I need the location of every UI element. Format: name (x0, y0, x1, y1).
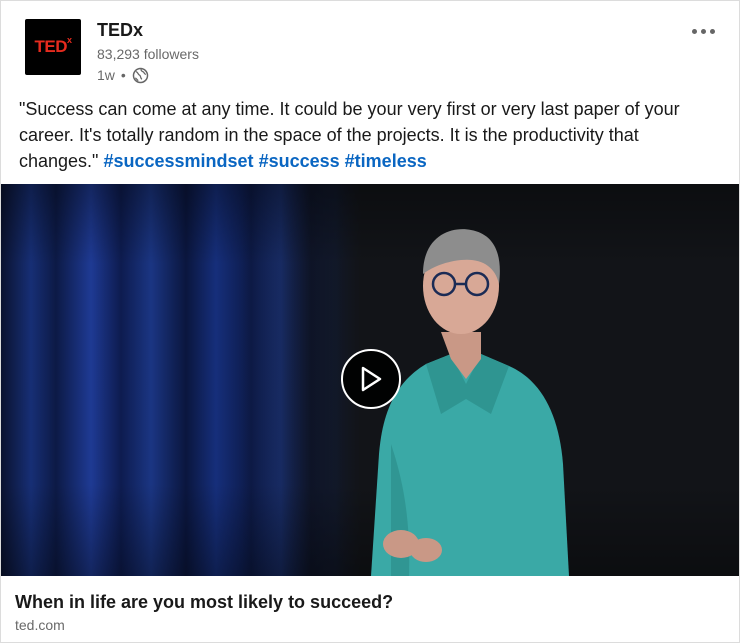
hashtag-link[interactable]: #timeless (345, 151, 427, 171)
article-title[interactable]: When in life are you most likely to succ… (15, 591, 393, 613)
play-icon (361, 366, 382, 392)
post-time: 1w (97, 67, 115, 83)
author-name[interactable]: TEDx (97, 19, 199, 41)
more-dot (700, 28, 706, 34)
play-button[interactable] (341, 349, 401, 409)
hashtag-link[interactable]: #successmindset (103, 151, 253, 171)
separator-dot: • (120, 67, 126, 83)
article-source: ted.com (15, 617, 65, 633)
logo-wordmark: TEDx (34, 35, 72, 56)
post-commentary: "Success can come at any time. It could … (19, 96, 719, 174)
globe-icon (132, 67, 149, 84)
more-options-button[interactable] (687, 23, 719, 39)
post-header: TEDx TEDx 83,293 followers 1w • (25, 19, 723, 89)
more-horizontal-icon (691, 28, 697, 34)
follower-count: 83,293 followers (97, 46, 199, 62)
feed-post-card: TEDx TEDx 83,293 followers 1w • "Success… (0, 0, 740, 643)
video-thumbnail[interactable] (1, 184, 739, 576)
author-meta: TEDx 83,293 followers 1w • (97, 19, 199, 85)
company-logo[interactable]: TEDx (25, 19, 81, 75)
more-dot (709, 28, 715, 34)
post-timestamp-row: 1w • (97, 65, 199, 85)
hashtag-link[interactable]: #success (259, 151, 340, 171)
